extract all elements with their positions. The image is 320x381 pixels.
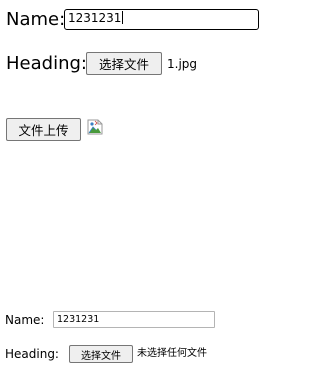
- broken-image-icon: [87, 119, 103, 135]
- name-input[interactable]: 1231231: [64, 9, 259, 30]
- selected-file-name: 1.jpg: [167, 57, 198, 71]
- name-label-small: Name:: [5, 313, 45, 327]
- heading-label-small: Heading:: [5, 347, 59, 361]
- no-file-selected-text: 未选择任何文件: [137, 348, 207, 359]
- choose-file-button-small[interactable]: 选择文件: [69, 345, 133, 363]
- preview-image: [86, 118, 104, 140]
- choose-file-button[interactable]: 选择文件: [86, 52, 162, 75]
- name-input-value: 1231231: [68, 11, 122, 25]
- upload-submit-button[interactable]: 文件上传: [6, 118, 81, 141]
- heading-label: Heading:: [6, 53, 87, 74]
- name-input-small[interactable]: 1231231: [53, 311, 215, 328]
- name-label: Name:: [6, 9, 66, 30]
- text-caret: [122, 11, 124, 24]
